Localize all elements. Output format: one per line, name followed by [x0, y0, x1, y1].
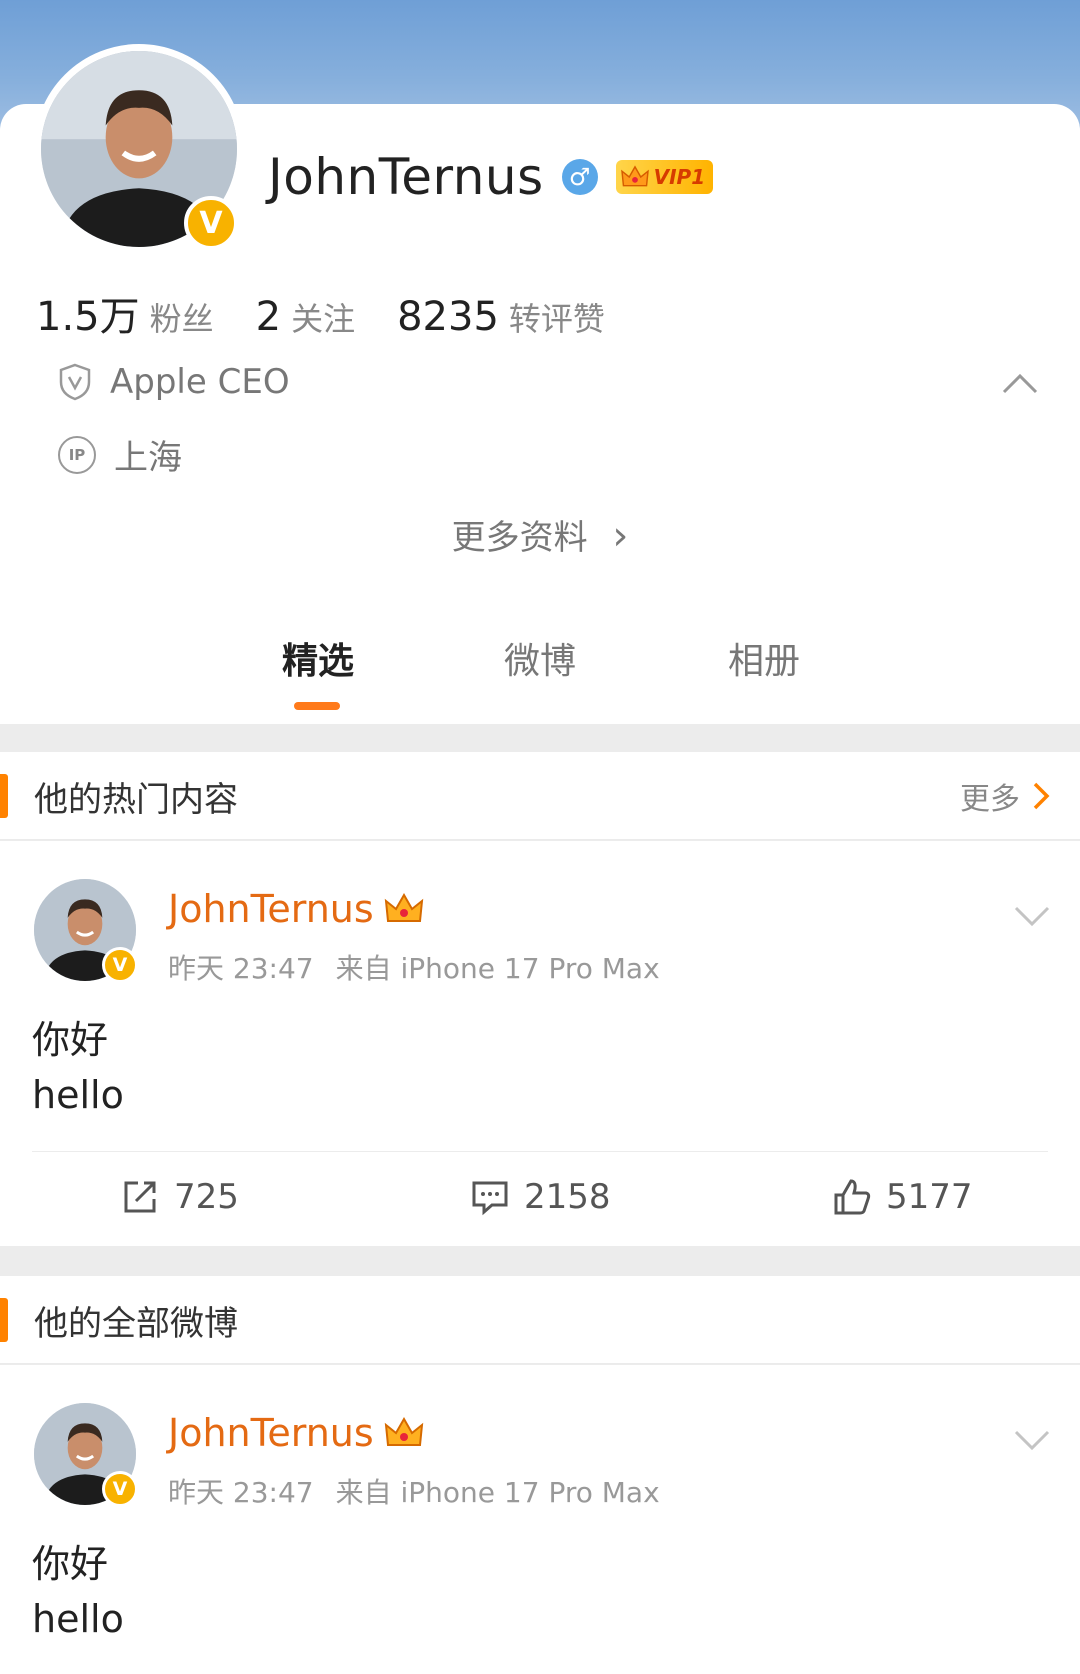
- profile-tabs: 精选 微博 相册: [0, 632, 1080, 712]
- post-author-name-row: JohnTernus: [168, 887, 424, 931]
- hot-content-header: 他的热门内容 更多: [0, 752, 1080, 840]
- post-text-line: hello: [32, 1597, 124, 1641]
- tab-featured[interactable]: 精选: [282, 632, 354, 684]
- repost-icon: [124, 1181, 156, 1213]
- hot-post-card[interactable]: V JohnTernus 昨天 23:47 来自 iPhone 17 Pro Ma…: [0, 841, 1080, 1246]
- post-divider: [32, 1151, 1048, 1152]
- crown-icon: [620, 165, 649, 187]
- ip-icon: IP: [58, 435, 96, 474]
- more-label: 更多: [960, 782, 1020, 817]
- post-actions: 725 2158 5177: [0, 1153, 1080, 1245]
- post-card[interactable]: V JohnTernus 昨天 23:47 来自 iPhone 17 Pro Ma…: [0, 1365, 1080, 1674]
- hot-content-title: 他的热门内容: [34, 780, 238, 820]
- post-text-line: hello: [32, 1073, 124, 1117]
- hot-content-more-link[interactable]: 更多: [960, 774, 1050, 818]
- crown-icon: [384, 1416, 423, 1446]
- followers-label[interactable]: 粉丝: [150, 294, 214, 340]
- verified-badge-icon: V: [102, 1471, 138, 1507]
- comment-count: 2158: [524, 1177, 611, 1217]
- verified-title-row: Apple CEO: [58, 362, 290, 402]
- interactions-count[interactable]: 8235: [397, 294, 499, 340]
- chevron-right-icon: ›: [612, 513, 629, 559]
- post-time: 昨天 23:47: [168, 1476, 314, 1509]
- male-gender-icon: ♂: [561, 159, 598, 195]
- post-source: 来自 iPhone 17 Pro Max: [335, 1476, 660, 1509]
- repost-count: 725: [174, 1177, 239, 1217]
- active-tab-indicator: [294, 702, 340, 710]
- profile-stats: 1.5万 粉丝 2 关注 8235 转评赞: [36, 284, 647, 342]
- following-label[interactable]: 关注: [291, 294, 355, 340]
- post-meta: 昨天 23:47 来自 iPhone 17 Pro Max: [168, 1471, 660, 1511]
- post-time: 昨天 23:47: [168, 952, 314, 985]
- thumbs-up-icon: [834, 1179, 871, 1215]
- ip-location-row: IP 上海: [58, 430, 182, 479]
- following-count[interactable]: 2: [256, 294, 281, 340]
- verified-badge-icon: V: [184, 196, 238, 250]
- post-text-line: 你好: [32, 1542, 109, 1586]
- comment-icon: [472, 1181, 508, 1216]
- post-author-name[interactable]: JohnTernus: [168, 887, 374, 931]
- post-source: 来自 iPhone 17 Pro Max: [335, 952, 660, 985]
- post-meta: 昨天 23:47 来自 iPhone 17 Pro Max: [168, 947, 660, 987]
- chevron-right-icon: [1033, 782, 1050, 810]
- section-accent-bar: [0, 1298, 8, 1342]
- shield-v-icon: [59, 363, 91, 401]
- chevron-down-icon[interactable]: [1012, 1427, 1052, 1453]
- interactions-label[interactable]: 转评赞: [509, 294, 605, 340]
- tab-album[interactable]: 相册: [728, 632, 800, 684]
- more-info-link[interactable]: 更多资料 ›: [0, 510, 1080, 559]
- more-info-label: 更多资料: [451, 518, 588, 558]
- repost-button[interactable]: 725: [120, 1177, 239, 1217]
- ip-location: 上海: [114, 438, 182, 478]
- section-accent-bar: [0, 774, 8, 818]
- comment-button[interactable]: 2158: [470, 1177, 611, 1217]
- vip-label: VIP1: [653, 165, 706, 189]
- tab-weibo[interactable]: 微博: [504, 632, 576, 684]
- chevron-down-icon[interactable]: [1012, 903, 1052, 929]
- post-text-line: 你好: [32, 1018, 109, 1062]
- like-count: 5177: [886, 1177, 973, 1217]
- vip-badge[interactable]: VIP1: [615, 160, 714, 194]
- followers-count[interactable]: 1.5万: [36, 284, 140, 342]
- profile-name-row: JohnTernus ♂ VIP1: [268, 148, 714, 206]
- profile-name: JohnTernus: [268, 148, 544, 206]
- like-button[interactable]: 5177: [832, 1177, 973, 1217]
- post-author-name-row: JohnTernus: [168, 1411, 424, 1455]
- verified-title: Apple CEO: [110, 362, 290, 402]
- post-author-name[interactable]: JohnTernus: [168, 1411, 374, 1455]
- all-posts-header: 他的全部微博: [0, 1276, 1080, 1364]
- crown-icon: [384, 892, 423, 922]
- all-posts-title: 他的全部微博: [34, 1304, 238, 1344]
- collapse-chevron-up-icon[interactable]: [1000, 368, 1040, 398]
- verified-badge-icon: V: [102, 947, 138, 983]
